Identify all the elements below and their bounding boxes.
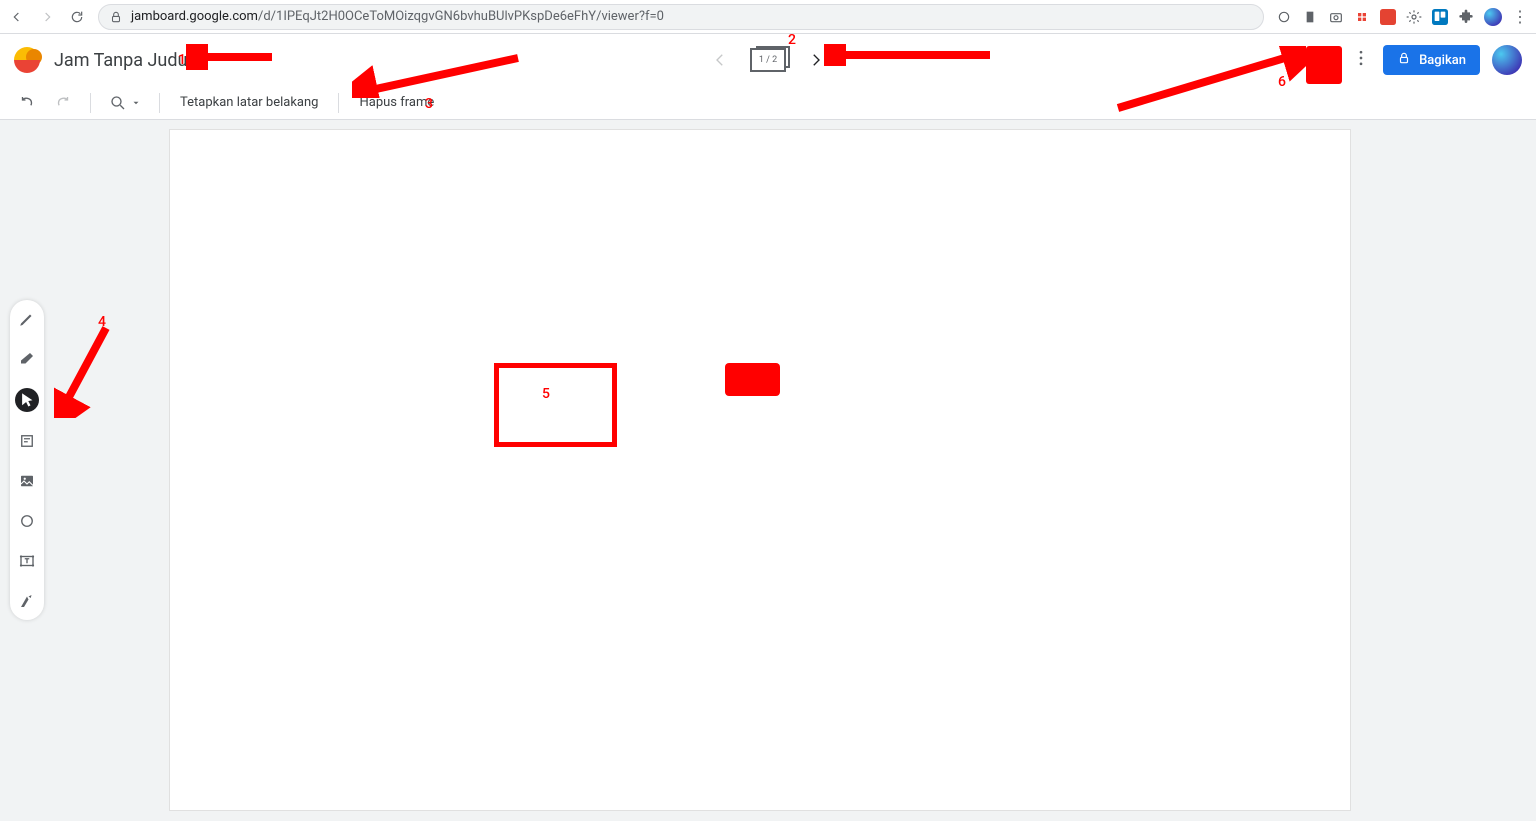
separator xyxy=(90,93,91,113)
annotation-rect-5 xyxy=(494,363,617,447)
circle-tool[interactable] xyxy=(16,510,38,532)
annotation-number-2: 2 xyxy=(788,32,796,48)
annotation-number-4: 4 xyxy=(98,314,106,330)
browser-profile-avatar[interactable] xyxy=(1484,8,1502,26)
ext-puzzle-icon[interactable] xyxy=(1458,9,1474,25)
browser-menu-icon[interactable]: ⋮ xyxy=(1512,9,1528,25)
laser-tool[interactable] xyxy=(16,590,38,612)
next-frame-button[interactable] xyxy=(806,50,826,70)
annotation-number-5: 5 xyxy=(542,386,550,402)
ext-bookmark-icon[interactable] xyxy=(1302,9,1318,25)
undo-button[interactable] xyxy=(18,94,36,112)
separator xyxy=(338,93,339,113)
ext-camera-icon[interactable] xyxy=(1328,9,1344,25)
frame-selector[interactable]: 1 / 2 xyxy=(748,46,788,74)
ext-todoist-icon[interactable] xyxy=(1380,9,1396,25)
browser-chrome: jamboard.google.com/d/1IPEqJt2H0OCeToMOi… xyxy=(0,0,1536,34)
ext-gear-icon[interactable] xyxy=(1406,9,1422,25)
pen-tool[interactable] xyxy=(16,308,38,330)
browser-forward-button[interactable] xyxy=(38,8,56,26)
ext-icon-1[interactable] xyxy=(1276,9,1292,25)
annotation-arrow-6 xyxy=(1112,46,1306,116)
image-tool[interactable] xyxy=(16,470,38,492)
share-button[interactable]: Bagikan xyxy=(1383,45,1480,75)
prev-frame-button[interactable] xyxy=(710,50,730,70)
annotation-number-1: 1 xyxy=(178,52,186,68)
annotation-number-3: 3 xyxy=(425,96,433,112)
browser-url-text: jamboard.google.com/d/1IPEqJt2H0OCeToMOi… xyxy=(131,9,1245,24)
lock-icon xyxy=(1397,51,1411,69)
browser-reload-button[interactable] xyxy=(68,8,86,26)
annotation-fill-5b xyxy=(725,363,780,396)
annotation-number-6: 6 xyxy=(1278,74,1286,90)
text-box-tool[interactable] xyxy=(16,550,38,572)
ext-trello-icon[interactable] xyxy=(1432,9,1448,25)
annotation-arrow-1 xyxy=(186,44,276,70)
more-menu-button[interactable] xyxy=(1351,48,1371,72)
ext-icon-4[interactable] xyxy=(1354,9,1370,25)
share-button-label: Bagikan xyxy=(1419,53,1466,68)
redo-button[interactable] xyxy=(54,94,72,112)
toolbox xyxy=(10,300,44,620)
select-tool[interactable] xyxy=(15,388,39,412)
user-avatar[interactable] xyxy=(1492,45,1522,75)
canvas[interactable] xyxy=(170,130,1350,810)
browser-back-button[interactable] xyxy=(8,8,26,26)
eraser-tool[interactable] xyxy=(16,348,38,370)
annotation-arrow-4 xyxy=(54,322,114,418)
lock-icon xyxy=(109,10,123,24)
jamboard-logo-icon[interactable] xyxy=(14,47,40,73)
frame-count-label: 1 / 2 xyxy=(750,48,786,72)
sticky-note-tool[interactable] xyxy=(16,430,38,452)
browser-extensions: ⋮ xyxy=(1276,8,1528,26)
zoom-dropdown[interactable] xyxy=(109,94,141,112)
work-area xyxy=(0,120,1536,821)
frame-navigator: 1 / 2 xyxy=(710,46,826,74)
browser-url-bar[interactable]: jamboard.google.com/d/1IPEqJt2H0OCeToMOi… xyxy=(98,4,1264,30)
separator xyxy=(159,93,160,113)
set-background-button[interactable]: Tetapkan latar belakang xyxy=(178,95,320,110)
annotation-arrow-3 xyxy=(352,52,522,98)
annotation-arrow-2 xyxy=(824,44,994,66)
annotation-fill-6 xyxy=(1306,46,1342,84)
doc-title[interactable]: Jam Tanpa Judul xyxy=(54,50,192,71)
